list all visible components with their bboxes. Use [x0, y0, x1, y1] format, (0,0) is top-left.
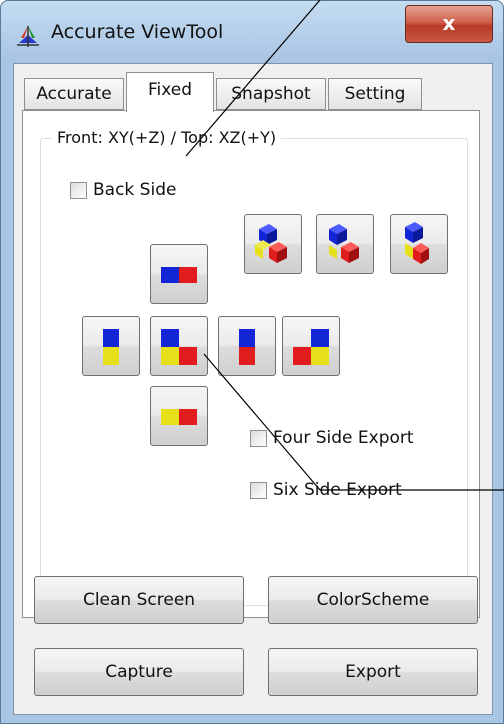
iso-cube-icon: [405, 222, 429, 264]
left-view-icon: [103, 329, 119, 365]
left-view-button[interactable]: [82, 316, 140, 376]
iso-view-button-1[interactable]: [244, 214, 302, 274]
app-icon: [17, 26, 39, 47]
client-area: Accurate Fixed Snapshot Setting Front: X…: [13, 63, 493, 715]
bottom-view-icon: [161, 409, 197, 425]
group-legend: Front: XY(+Z) / Top: XZ(+Y): [52, 128, 282, 147]
close-button[interactable]: x: [405, 5, 493, 43]
iso-view-button-3[interactable]: [390, 214, 448, 274]
close-icon: x: [442, 11, 456, 35]
clean-screen-button[interactable]: Clean Screen: [34, 576, 244, 624]
right-view-button[interactable]: [218, 316, 276, 376]
back-side-label: Back Side: [93, 180, 177, 200]
back-view-icon: [293, 329, 329, 365]
bottom-view-button[interactable]: [150, 386, 208, 446]
six-side-export-row[interactable]: Six Side Export: [250, 480, 402, 500]
capture-button[interactable]: Capture: [34, 648, 244, 696]
iso-cube-icon: [255, 224, 287, 263]
back-side-checkbox-row[interactable]: Back Side: [70, 180, 176, 200]
tab-accurate[interactable]: Accurate: [24, 78, 124, 110]
back-side-checkbox[interactable]: [70, 181, 87, 199]
top-view-icon: [161, 267, 197, 283]
tab-fixed[interactable]: Fixed: [126, 72, 214, 112]
six-side-export-checkbox[interactable]: [250, 481, 267, 499]
four-side-export-label: Four Side Export: [273, 428, 414, 448]
six-side-export-label: Six Side Export: [273, 480, 402, 500]
four-side-export-checkbox[interactable]: [250, 429, 267, 447]
iso-cube-icon: [329, 224, 359, 263]
top-view-button[interactable]: [150, 244, 208, 304]
right-view-icon: [239, 329, 255, 365]
four-side-export-row[interactable]: Four Side Export: [250, 428, 414, 448]
iso-view-button-2[interactable]: [316, 214, 374, 274]
tab-setting[interactable]: Setting: [328, 78, 422, 110]
tab-snapshot[interactable]: Snapshot: [216, 78, 326, 110]
title-bar[interactable]: Accurate ViewTool x: [1, 1, 503, 63]
export-button[interactable]: Export: [268, 648, 478, 696]
color-scheme-button[interactable]: ColorScheme: [268, 576, 478, 624]
window-title: Accurate ViewTool: [51, 21, 224, 43]
back-view-button[interactable]: [282, 316, 340, 376]
front-view-button[interactable]: [150, 316, 208, 376]
app-window: Accurate ViewTool x Accurate Fixed Snaps…: [0, 0, 504, 724]
front-view-icon: [161, 329, 197, 365]
